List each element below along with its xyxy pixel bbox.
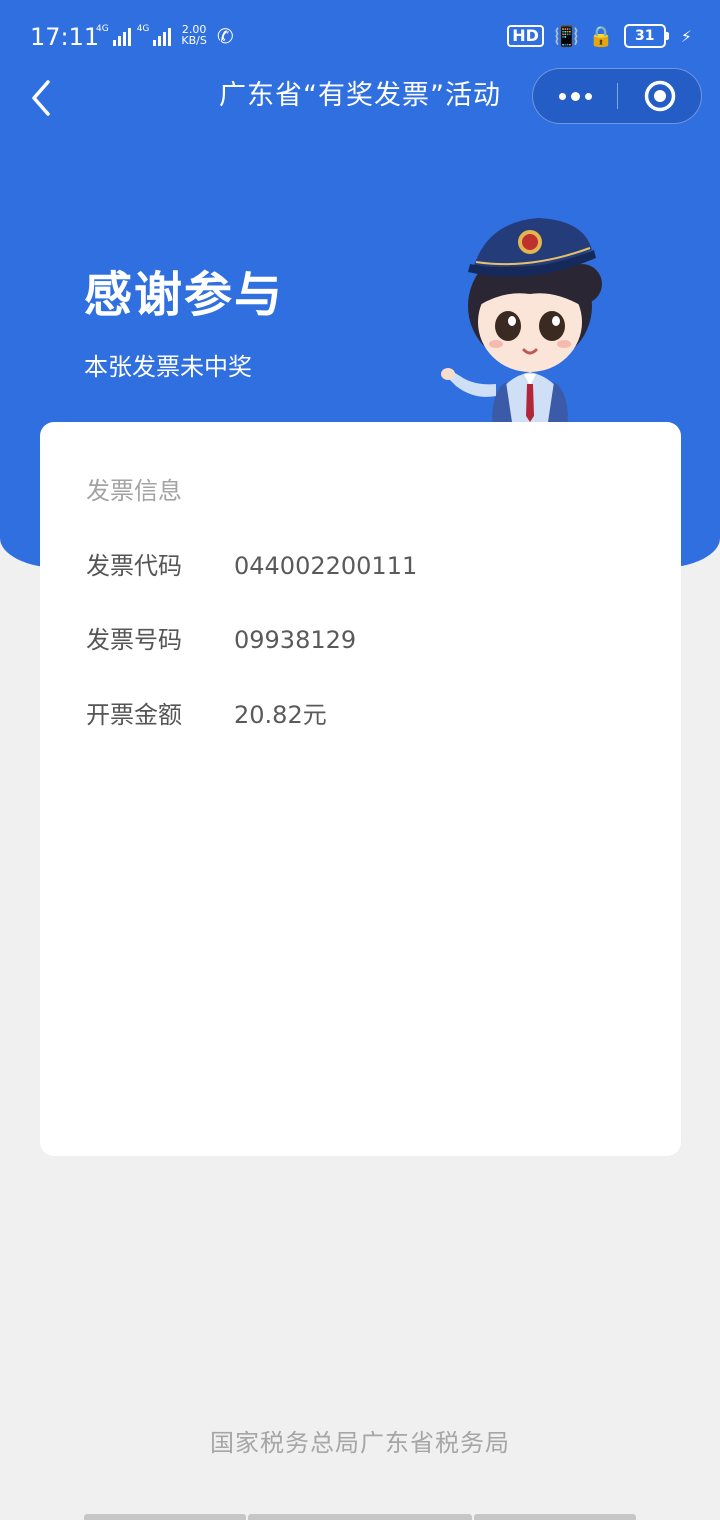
battery-level: 31 — [623, 24, 666, 48]
invoice-info-card: 发票信息 发票代码 044002200111 发票号码 09938129 开票金… — [40, 422, 681, 1156]
dot-icon — [570, 91, 580, 101]
more-button[interactable] — [533, 69, 617, 123]
invoice-number-label: 发票号码 — [86, 626, 182, 654]
bottom-edge-bar — [474, 1514, 636, 1520]
net-speed-unit: KB/S — [181, 34, 207, 47]
signal-type-label-2: 4G — [136, 24, 150, 34]
rotation-lock-icon: 🔒 — [588, 24, 614, 48]
invoice-code-value: 044002200111 — [234, 552, 418, 580]
invoice-info-heading: 发票信息 — [86, 477, 182, 505]
hd-icon: HD — [507, 25, 544, 47]
status-left-icons: 4G 4G 2.00 KB/S ✆ — [96, 24, 234, 46]
target-circle-icon — [644, 80, 676, 112]
tax-officer-mascot-image — [441, 218, 602, 422]
charging-icon: ⚡ — [680, 26, 692, 46]
signal-icon-2 — [153, 26, 172, 46]
invoice-amount-value: 20.82元 — [234, 701, 327, 729]
status-bar: 17:11 4G 4G 2.00 KB/S ✆ HD 📳 🔒 31 ⚡ — [0, 0, 720, 72]
invoice-number-value: 09938129 — [234, 626, 357, 654]
mini-program-capsule — [532, 68, 702, 124]
footer-organization: 国家税务总局广东省税务局 — [210, 1429, 510, 1457]
status-time: 17:11 — [30, 23, 100, 51]
result-subtitle: 本张发票未中奖 — [84, 353, 252, 381]
vibrate-icon: 📳 — [553, 24, 579, 48]
status-right-icons: HD 📳 🔒 31 ⚡ — [507, 24, 692, 48]
dot-icon — [584, 92, 592, 100]
phone-wifi-icon: ✆ — [216, 24, 234, 48]
signal-icon — [112, 26, 131, 46]
result-title: 感谢参与 — [84, 267, 285, 323]
bottom-edge-bar — [84, 1514, 246, 1520]
dot-icon — [558, 92, 566, 100]
signal-type-label: 4G — [96, 24, 109, 34]
invoice-amount-label: 开票金额 — [86, 701, 182, 729]
invoice-code-label: 发票代码 — [86, 552, 182, 580]
bottom-edge-bar — [248, 1514, 472, 1520]
net-speed: 2.00 KB/S — [181, 24, 206, 46]
close-mini-program-button[interactable] — [618, 69, 702, 123]
battery-tip — [665, 32, 669, 40]
battery-icon: 31 — [623, 24, 669, 48]
